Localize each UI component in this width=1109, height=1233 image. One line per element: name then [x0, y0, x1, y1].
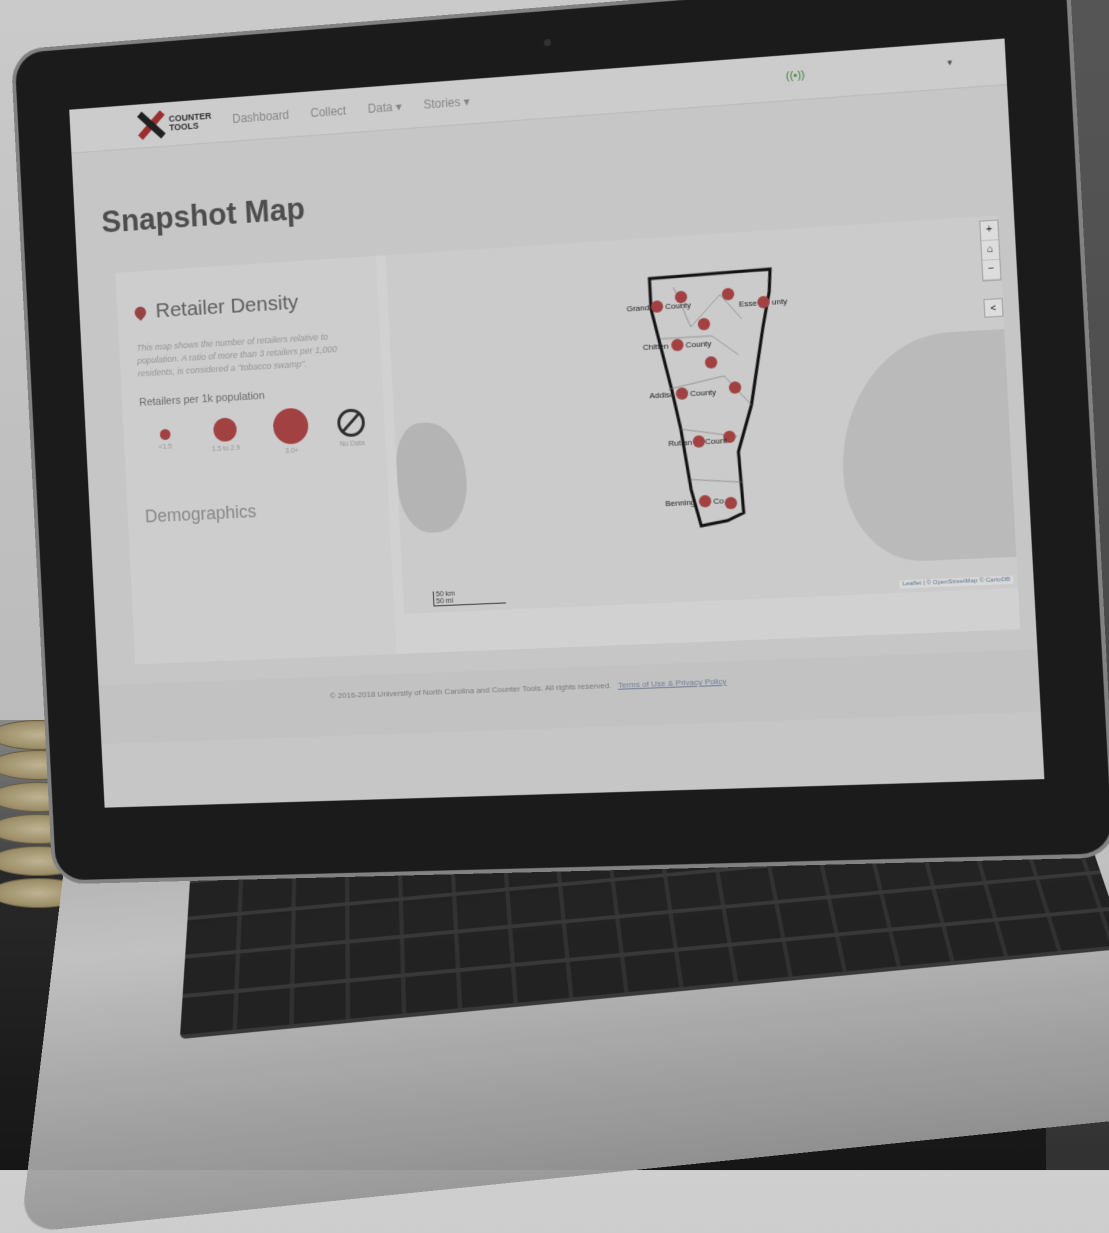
- legend-dot-small: [159, 428, 171, 441]
- label-addison: Addiso: [649, 390, 675, 401]
- label-county: County: [690, 387, 716, 398]
- footer-band: [98, 649, 1041, 745]
- label-county: Co: [713, 496, 725, 506]
- county-marker[interactable]: [670, 338, 684, 352]
- county-marker[interactable]: [692, 435, 706, 448]
- legend-label: 1.5 to 2.9: [211, 444, 241, 454]
- map-scale: 50 km 50 mi: [432, 588, 506, 607]
- label-county: County: [685, 339, 711, 350]
- logo[interactable]: COUNTER TOOLS: [136, 106, 212, 141]
- label-bennington: Benning: [665, 498, 695, 509]
- label-county: Count: [705, 436, 728, 446]
- legend-dot-medium: [212, 417, 238, 443]
- label-rutland: Rutlan: [668, 438, 692, 449]
- county-marker[interactable]: [675, 387, 689, 400]
- label-essex-suffix: unty: [772, 296, 788, 306]
- logo-text: COUNTER TOOLS: [168, 110, 212, 133]
- legend-item-mid: 1.5 to 2.9: [205, 417, 245, 454]
- map-view[interactable]: Grand County Esse unty Chitten County Ad…: [385, 215, 1019, 614]
- county-marker[interactable]: [698, 494, 712, 508]
- counter-tools-logo-icon: [136, 109, 166, 141]
- zoom-out-button[interactable]: −: [982, 259, 1001, 281]
- county-marker[interactable]: [704, 355, 718, 369]
- label-county: County: [665, 300, 691, 311]
- nav-data[interactable]: Data ▾: [367, 99, 402, 115]
- label-essex: Esse: [739, 298, 758, 308]
- share-button[interactable]: <: [983, 298, 1004, 318]
- county-marker[interactable]: [724, 496, 738, 510]
- legend-item-high: 3.0+: [270, 407, 311, 456]
- legend-item-nodata: No Data: [331, 408, 372, 449]
- nav-stories[interactable]: Stories ▾: [423, 94, 470, 111]
- retailer-density-heading[interactable]: Retailer Density: [132, 290, 299, 325]
- page-title: Snapshot Map: [100, 191, 306, 240]
- county-borders: [658, 283, 755, 486]
- map-zoom-controls: + ⌂ −: [979, 219, 1002, 282]
- no-data-icon: [336, 408, 366, 438]
- county-marker[interactable]: [697, 317, 711, 331]
- camera-icon: [543, 38, 552, 47]
- top-navbar: COUNTER TOOLS Dashboard Collect Data ▾ S…: [69, 38, 1008, 154]
- home-button[interactable]: ⌂: [981, 240, 1000, 261]
- legend-label: No Data: [339, 440, 365, 449]
- demographics-heading[interactable]: Demographics: [145, 501, 257, 527]
- map-pin-icon: [132, 304, 149, 321]
- screen: COUNTER TOOLS Dashboard Collect Data ▾ S…: [69, 38, 1045, 808]
- nav-dashboard[interactable]: Dashboard: [232, 108, 289, 126]
- legend-title: Retailers per 1k population: [138, 389, 266, 409]
- legend-label: 3.0+: [285, 447, 299, 456]
- legend-dot-large: [272, 407, 310, 445]
- laptop-lid: COUNTER TOOLS Dashboard Collect Data ▾ S…: [14, 0, 1109, 881]
- sidebar: Retailer Density This map shows the numb…: [115, 255, 397, 665]
- label-chittenden: Chitten: [643, 341, 669, 352]
- vermont-map: Grand County Esse unty Chitten County Ad…: [626, 215, 1018, 613]
- county-labels: Grand County Esse unty Chitten County Ad…: [626, 296, 788, 509]
- legend-label: <1.5: [158, 443, 173, 452]
- user-menu-caret[interactable]: ▾: [947, 57, 952, 69]
- signal-icon[interactable]: ((•)): [785, 69, 805, 83]
- map-card: Retailer Density This map shows the numb…: [115, 215, 1021, 665]
- nav-collect[interactable]: Collect: [310, 104, 346, 121]
- zoom-in-button[interactable]: +: [980, 220, 999, 242]
- label-grand: Grand: [626, 303, 649, 314]
- sidebar-title: Retailer Density: [154, 290, 299, 323]
- sidebar-description: This map shows the number of retailers r…: [136, 331, 338, 379]
- legend: <1.5 1.5 to 2.9 3.0+ No Data: [140, 403, 384, 465]
- legend-item-low: <1.5: [150, 428, 180, 451]
